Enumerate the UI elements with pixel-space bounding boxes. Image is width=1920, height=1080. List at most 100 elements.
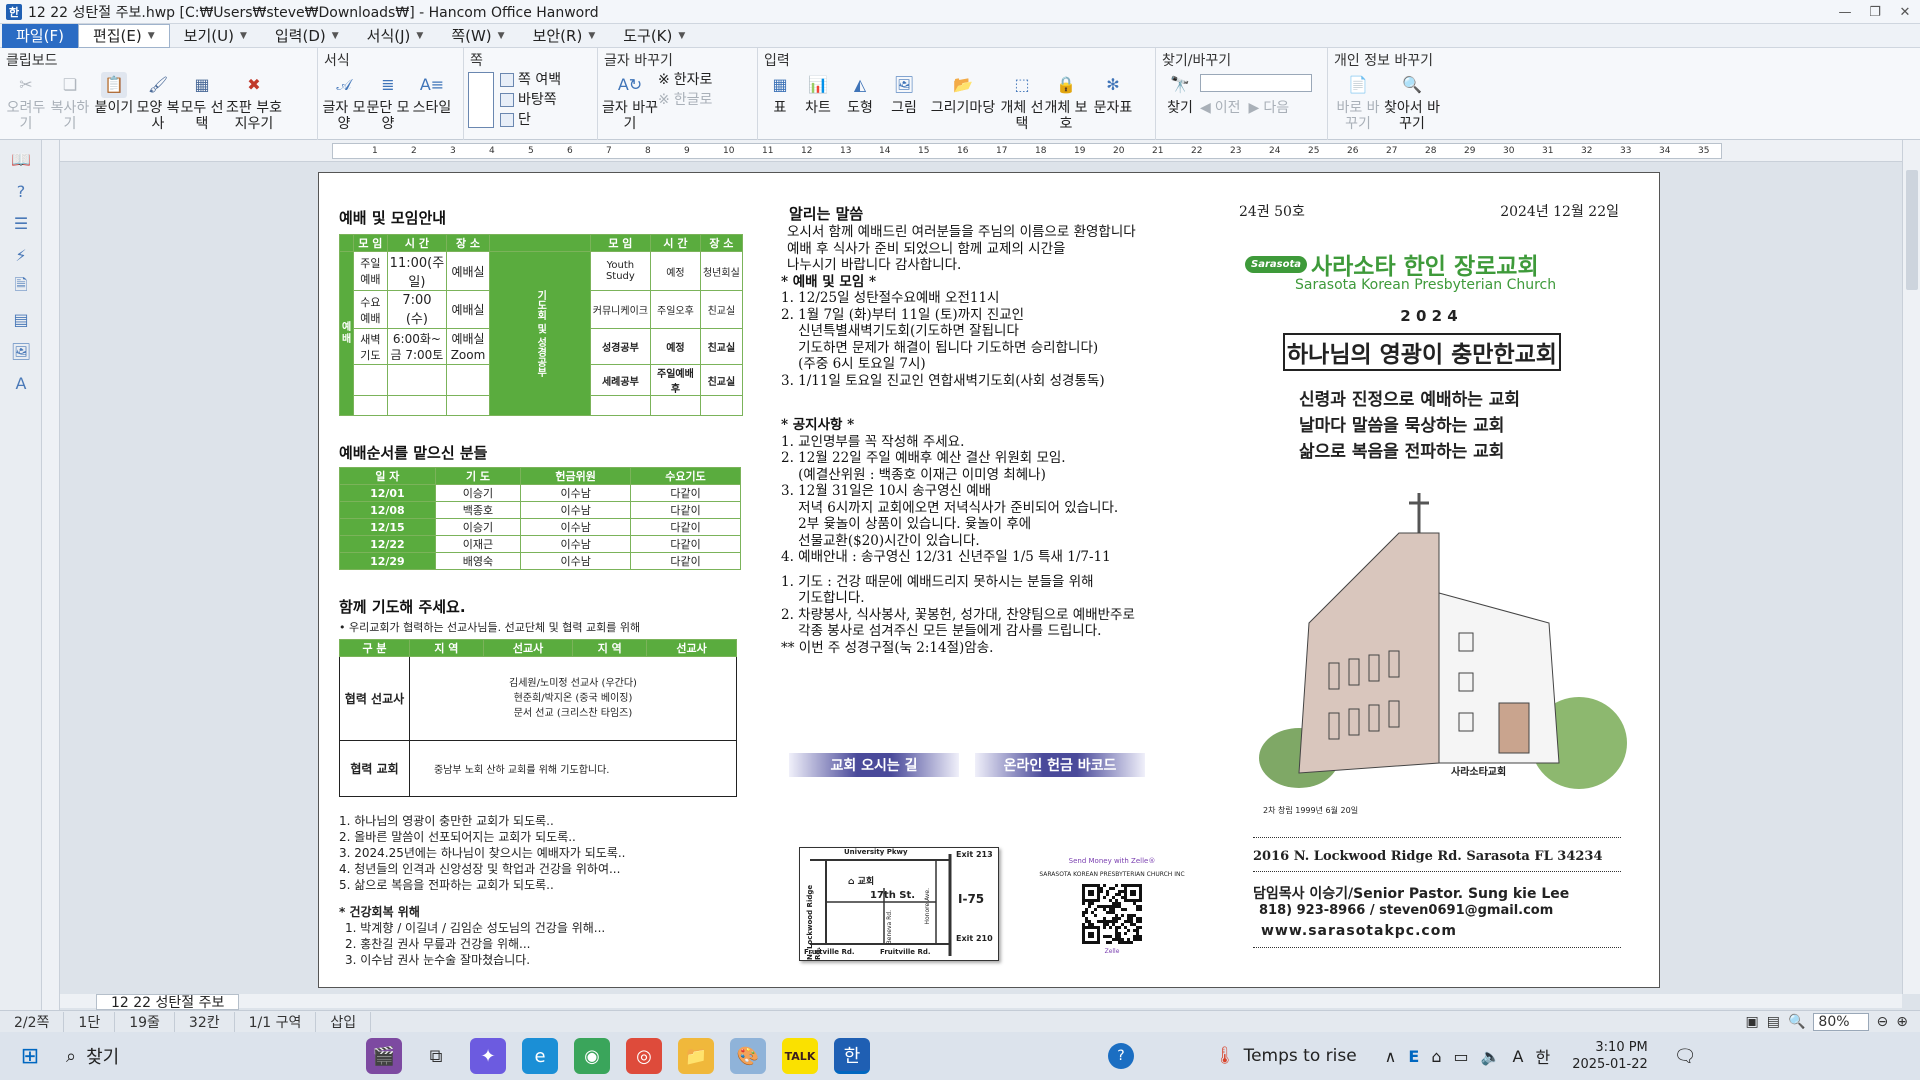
menu-page[interactable]: 쪽(W) ▼ [437, 24, 518, 48]
vertical-scrollbar[interactable] [1902, 140, 1920, 994]
kakaotalk-icon[interactable]: TALK [782, 1038, 818, 1074]
quick-replace-button[interactable]: 📄 바로 바꾸기 [1332, 68, 1384, 133]
ruler-number: 4 [489, 146, 495, 156]
master-page-button[interactable]: 바탕쪽 [500, 90, 561, 110]
chart-button[interactable]: 📊 차트 [798, 68, 838, 117]
table-cell: 친교실 [699, 328, 744, 365]
clear-codes-button[interactable]: ✖ 조판 부호 지우기 [224, 68, 284, 133]
text-line: 예배 후 식사가 준비 되었으니 함께 교제의 시간을 [787, 240, 1066, 257]
find-input[interactable] [1200, 74, 1312, 92]
document-page[interactable]: 예배 및 모임안내 모 임 시 간 장 소 모 임 시 간 장 소 예 배 주일… [318, 172, 1660, 988]
copilot-icon[interactable]: ✦ [470, 1038, 506, 1074]
table-button[interactable]: ▦ 표 [762, 68, 798, 117]
horizontal-scrollbar[interactable] [60, 994, 1902, 1008]
page-icon[interactable] [468, 72, 494, 128]
object-protect-button[interactable]: 🔒 개체 보호 [1044, 68, 1088, 133]
columns-button[interactable]: 단 [500, 110, 561, 130]
menu-view[interactable]: 보기(U) ▼ [170, 24, 261, 48]
edge-icon[interactable]: e [522, 1038, 558, 1074]
zoom-out-icon[interactable]: ⊖ [1877, 1014, 1889, 1030]
menu-format[interactable]: 서식(J) ▼ [353, 24, 438, 48]
table-header: 시 간 [386, 234, 448, 252]
drawing-button[interactable]: 📂 그리기마당 [926, 68, 1000, 117]
map-label: Exit 213 [956, 850, 993, 859]
clock[interactable]: 3:10 PM 2025-01-22 [1572, 1039, 1648, 1073]
zoom-select[interactable]: 80% [1813, 1012, 1869, 1031]
char-shape-button[interactable]: 𝒜 글자 모양 [322, 68, 366, 133]
ime-e-icon[interactable]: E [1408, 1047, 1419, 1066]
volume-icon[interactable]: 🔈 [1481, 1047, 1501, 1066]
windows-start-icon[interactable]: ⊞ [12, 1038, 48, 1074]
paste-button[interactable]: 📋 붙이기 [92, 68, 136, 116]
paint-icon[interactable]: 🎨 [730, 1038, 766, 1074]
zoom-in-icon[interactable]: ⊕ [1896, 1014, 1908, 1030]
ime-mode[interactable]: 한 [1535, 1044, 1550, 1068]
table-header: 모 임 [589, 234, 652, 252]
find-button[interactable]: 🔭 찾기 [1160, 68, 1200, 117]
text-line: 1. 박계향 / 이길녀 / 김임순 성도님의 건강을 위해... [345, 921, 606, 935]
text-style-icon[interactable]: A [8, 370, 34, 396]
lightning-icon[interactable]: ⚡ [8, 242, 34, 268]
page-view-icon[interactable]: ▤ [1767, 1014, 1780, 1030]
para-shape-button[interactable]: ≣ 문단 모양 [366, 68, 410, 133]
chevron-down-icon: ▼ [588, 30, 596, 41]
scroll-thumb[interactable] [1906, 170, 1918, 290]
table-cell: 수요예배 [353, 290, 388, 329]
hanword-taskbar-icon[interactable]: 한 [834, 1038, 870, 1074]
table-header: 지 역 [409, 639, 484, 657]
table-row: 12/08 백종호 이수남 다같이 [339, 501, 741, 519]
table-header: 모 임 [353, 234, 388, 252]
table-list-icon[interactable]: ▤ [8, 306, 34, 332]
menu-tools[interactable]: 도구(K) ▼ [609, 24, 699, 48]
menu-security[interactable]: 보안(R) ▼ [519, 24, 610, 48]
document-tab[interactable]: 12 22 성탄절 주보 [96, 994, 240, 1011]
book-icon[interactable]: 📖 [8, 146, 34, 172]
select-all-button[interactable]: ▦ 모두 선택 [180, 68, 224, 133]
chevron-up-icon[interactable]: ∧ [1385, 1047, 1397, 1066]
search-icon: ⌕ [66, 1045, 77, 1067]
picture-button[interactable]: 🖼 그림 [882, 68, 926, 117]
minimize-icon[interactable]: — [1830, 0, 1860, 24]
status-insert-mode[interactable]: 삽입 [316, 1011, 372, 1032]
list-icon[interactable]: ☰ [8, 210, 34, 236]
battery-icon[interactable]: ▭ [1453, 1047, 1468, 1066]
shape-button[interactable]: ◭ 도형 [838, 68, 882, 117]
image-icon[interactable]: 🖼 [8, 338, 34, 364]
menu-insert[interactable]: 입력(D) ▼ [261, 24, 353, 48]
help-icon[interactable]: ? [1108, 1043, 1134, 1069]
find-replace-button[interactable]: 🔍 찾아서 바꾸기 [1384, 68, 1440, 133]
task-view-icon[interactable]: ⧉ [418, 1038, 454, 1074]
table-cell: 다같이 [630, 501, 741, 519]
format-painter-button[interactable]: 🖌 모양 복사 [136, 68, 180, 133]
style-button[interactable]: A≡ 스타일 [410, 68, 454, 117]
menu-file[interactable]: 파일(F) [2, 23, 78, 48]
maximize-icon[interactable]: ❐ [1860, 0, 1890, 24]
taskbar-search[interactable]: ⌕ 찾기 [56, 1038, 256, 1074]
view-mode-icon[interactable]: ▣ [1746, 1014, 1759, 1030]
find-prev-button[interactable]: ◀ 이전 [1200, 98, 1241, 118]
notification-icon[interactable]: 🗨 [1674, 1046, 1697, 1067]
to-hangul-button[interactable]: ※ 한글로 [658, 90, 712, 110]
file-explorer-icon[interactable]: 📁 [678, 1038, 714, 1074]
clapper-app-icon[interactable]: 🎬 [366, 1038, 402, 1074]
input-language[interactable]: A [1513, 1047, 1524, 1066]
zelle-logo-text: Zelle [1104, 948, 1120, 955]
chrome-icon[interactable]: ◎ [626, 1038, 662, 1074]
object-select-button[interactable]: ⬚ 개체 선택 [1000, 68, 1044, 133]
replace-chars-button[interactable]: A↻ 글자 바꾸기 [602, 68, 658, 133]
weather-widget[interactable]: 🌡 Temps to rise [1214, 1046, 1357, 1066]
help-icon[interactable]: ? [8, 178, 34, 204]
to-hanja-button[interactable]: ※ 한자로 [658, 70, 712, 90]
symbol-button[interactable]: ✻ 문자표 [1088, 68, 1138, 117]
network-icon[interactable]: ⌂ [1431, 1047, 1441, 1066]
find-next-button[interactable]: ▶ 다음 [1249, 98, 1290, 118]
copy-button[interactable]: ❏ 복사하기 [48, 68, 92, 133]
document-icon[interactable]: 🗎 [8, 274, 34, 300]
status-char: 32칸 [175, 1011, 235, 1032]
close-icon[interactable]: ✕ [1890, 0, 1920, 24]
magnifier-icon[interactable]: 🔍 [1788, 1014, 1805, 1030]
naver-whale-icon[interactable]: ◉ [574, 1038, 610, 1074]
cut-button[interactable]: ✂ 오려두기 [4, 68, 48, 133]
menu-edit[interactable]: 편집(E) ▼ [77, 23, 170, 48]
page-margin-button[interactable]: 쪽 여백 [500, 70, 561, 90]
